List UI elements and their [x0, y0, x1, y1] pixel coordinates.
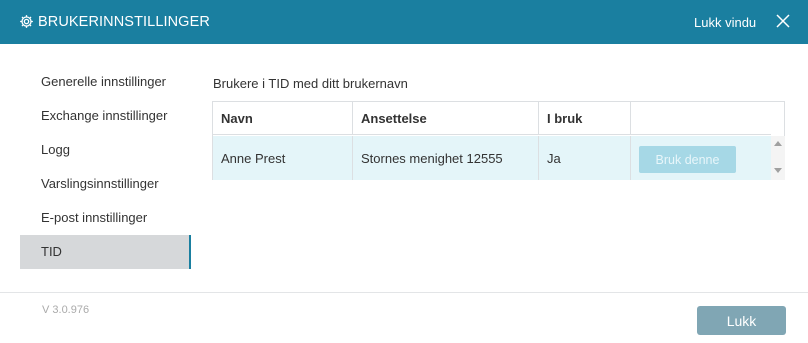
- settings-sidebar: Generelle innstillinger Exchange innstil…: [20, 65, 191, 269]
- scroll-down-arrow-icon[interactable]: [774, 168, 782, 173]
- window-title: BRUKERINNSTILLINGER: [38, 14, 210, 30]
- column-header-i-bruk[interactable]: I bruk: [539, 102, 631, 134]
- sidebar-item-epost-innstillinger[interactable]: E-post innstillinger: [20, 201, 191, 235]
- sidebar-item-tid[interactable]: TID: [20, 235, 191, 269]
- footer-divider: [0, 292, 808, 293]
- gear-icon: [20, 15, 33, 28]
- close-button[interactable]: Lukk: [697, 306, 786, 335]
- close-icon[interactable]: [776, 14, 790, 28]
- cell-action: Bruk denne: [631, 136, 771, 180]
- title-bar: BRUKERINNSTILLINGER Lukk vindu: [0, 0, 808, 44]
- column-header-navn[interactable]: Navn: [213, 102, 353, 134]
- column-header-action: [631, 102, 771, 134]
- table-scrollbar[interactable]: [771, 136, 785, 180]
- column-header-ansettelse[interactable]: Ansettelse: [353, 102, 539, 134]
- sidebar-item-varslingsinnstillinger[interactable]: Varslingsinnstillinger: [20, 167, 191, 201]
- close-window-link[interactable]: Lukk vindu: [694, 15, 756, 30]
- scroll-up-arrow-icon[interactable]: [774, 141, 782, 146]
- users-table: Navn Ansettelse I bruk Anne Prest Storne…: [212, 101, 785, 180]
- cell-i-bruk: Ja: [539, 136, 631, 180]
- cell-navn: Anne Prest: [213, 136, 353, 180]
- cell-ansettelse: Stornes menighet 12555: [353, 136, 539, 180]
- section-heading: Brukere i TID med ditt brukernavn: [213, 76, 408, 91]
- table-header: Navn Ansettelse I bruk: [213, 102, 771, 135]
- table-row[interactable]: Anne Prest Stornes menighet 12555 Ja Bru…: [213, 136, 771, 180]
- version-label: V 3.0.976: [42, 304, 90, 316]
- sidebar-item-logg[interactable]: Logg: [20, 133, 191, 167]
- use-this-button[interactable]: Bruk denne: [639, 146, 736, 173]
- sidebar-item-exchange-innstillinger[interactable]: Exchange innstillinger: [20, 99, 191, 133]
- sidebar-item-generelle-innstillinger[interactable]: Generelle innstillinger: [20, 65, 191, 99]
